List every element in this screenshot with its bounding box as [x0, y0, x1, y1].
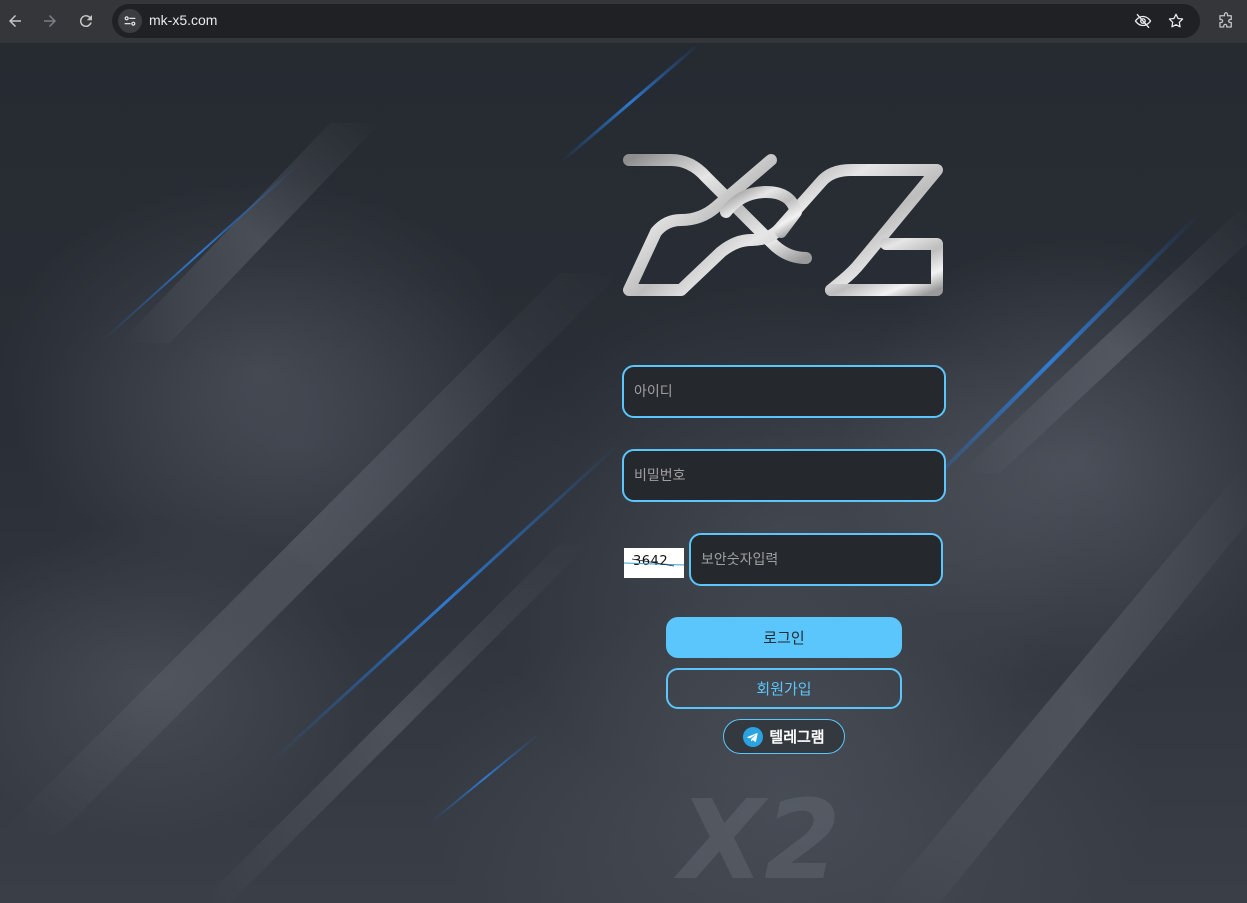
username-input[interactable] — [622, 365, 946, 418]
puzzle-icon — [1219, 12, 1232, 28]
site-info-button[interactable] — [118, 9, 142, 33]
password-input[interactable] — [622, 449, 946, 502]
telegram-label: 텔레그램 — [769, 728, 825, 746]
back-button[interactable] — [3, 9, 27, 33]
address-bar[interactable]: mk-x5.com — [112, 4, 1200, 38]
reload-button[interactable] — [74, 9, 98, 33]
url-text[interactable]: mk-x5.com — [149, 12, 217, 28]
star-icon[interactable] — [1167, 12, 1185, 30]
extensions-button[interactable] — [1214, 9, 1238, 33]
login-page: X2 3642 로그인 회원가입 — [0, 43, 1247, 903]
login-button[interactable]: 로그인 — [666, 617, 902, 658]
tune-icon — [124, 16, 136, 26]
captcha-noise — [624, 558, 684, 567]
forward-button[interactable] — [38, 9, 62, 33]
watermark-text: X2 — [673, 776, 840, 903]
signup-button[interactable]: 회원가입 — [666, 668, 902, 709]
telegram-icon — [743, 726, 764, 747]
arrow-right-icon — [44, 15, 56, 27]
captcha-input[interactable] — [689, 533, 943, 586]
browser-toolbar: mk-x5.com — [0, 0, 1247, 43]
telegram-button[interactable]: 텔레그램 — [723, 719, 845, 754]
captcha-image: 3642 — [624, 548, 684, 578]
reload-icon — [79, 15, 92, 28]
eye-off-icon[interactable] — [1134, 12, 1152, 30]
arrow-left-icon — [9, 15, 21, 27]
site-logo — [623, 154, 943, 296]
